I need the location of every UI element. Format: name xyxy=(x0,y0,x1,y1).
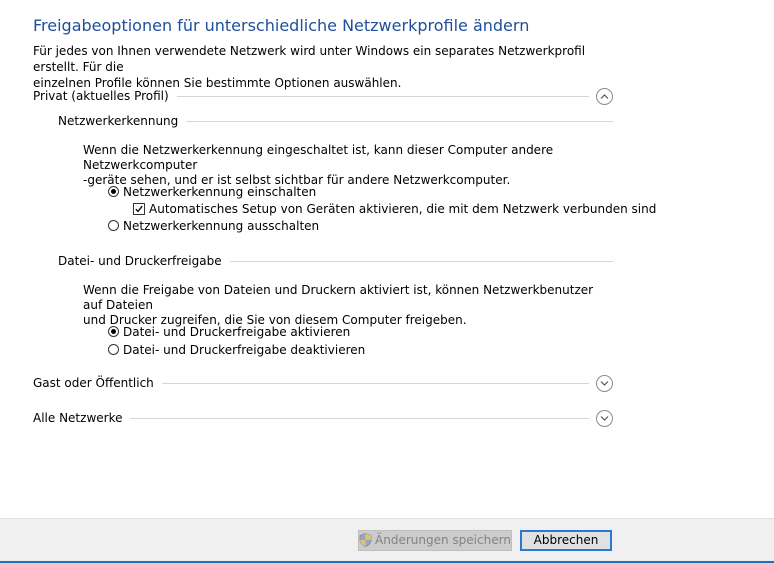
radio-discovery-off-label[interactable]: Netzwerkerkennung ausschalten xyxy=(123,219,319,233)
radio-sharing-on-label[interactable]: Datei- und Druckerfreigabe aktivieren xyxy=(123,325,350,339)
uac-shield-icon xyxy=(359,533,372,553)
save-button-label[interactable]: Änderungen speichern xyxy=(375,533,511,547)
section-all-networks[interactable]: Alle Netzwerke xyxy=(33,410,613,432)
radio-sharing-off[interactable]: Datei- und Druckerfreigabe deaktivieren xyxy=(108,342,365,358)
discovery-description: Wenn die Netzwerkerkennung eingeschaltet… xyxy=(83,143,613,188)
subsection-discovery: Netzwerkerkennung xyxy=(58,113,613,129)
sharing-description: Wenn die Freigabe von Dateien und Drucke… xyxy=(83,283,613,328)
section-private[interactable]: Privat (aktuelles Profil) xyxy=(33,88,613,110)
radio-unselected-icon[interactable] xyxy=(108,344,119,355)
footer-bar: Änderungen speichern Abbrechen xyxy=(0,518,774,562)
intro-line-1: Für jedes von Ihnen verwendete Netzwerk … xyxy=(33,44,586,74)
radio-discovery-off[interactable]: Netzwerkerkennung ausschalten xyxy=(108,218,319,234)
radio-sharing-off-label[interactable]: Datei- und Druckerfreigabe deaktivieren xyxy=(123,343,365,357)
radio-sharing-on[interactable]: Datei- und Druckerfreigabe aktivieren xyxy=(108,324,350,340)
radio-selected-icon[interactable] xyxy=(108,186,119,197)
subsection-sharing: Datei- und Druckerfreigabe xyxy=(58,253,613,269)
chevron-down-icon[interactable] xyxy=(596,375,613,392)
chevron-down-icon[interactable] xyxy=(596,410,613,427)
checkbox-checked-icon[interactable] xyxy=(133,203,145,215)
radio-discovery-on-label[interactable]: Netzwerkerkennung einschalten xyxy=(123,185,316,199)
chevron-up-icon[interactable] xyxy=(596,88,613,105)
discovery-desc-line-1: Wenn die Netzwerkerkennung eingeschaltet… xyxy=(83,143,554,172)
page-intro: Für jedes von Ihnen verwendete Netzwerk … xyxy=(33,43,633,91)
radio-discovery-on[interactable]: Netzwerkerkennung einschalten xyxy=(108,184,316,200)
page-title: Freigabeoptionen für unterschiedliche Ne… xyxy=(33,16,530,35)
discovery-heading: Netzwerkerkennung xyxy=(58,113,187,129)
save-changes-button[interactable]: Änderungen speichern xyxy=(358,530,512,551)
section-guest[interactable]: Gast oder Öffentlich xyxy=(33,375,613,397)
checkbox-auto-setup[interactable]: Automatisches Setup von Geräten aktivier… xyxy=(133,201,656,217)
radio-unselected-icon[interactable] xyxy=(108,220,119,231)
checkbox-auto-setup-label[interactable]: Automatisches Setup von Geräten aktivier… xyxy=(149,202,656,216)
sharing-heading: Datei- und Druckerfreigabe xyxy=(58,253,230,269)
section-private-label[interactable]: Privat (aktuelles Profil) xyxy=(33,88,177,104)
section-guest-label[interactable]: Gast oder Öffentlich xyxy=(33,375,162,391)
section-all-networks-label[interactable]: Alle Netzwerke xyxy=(33,410,131,426)
cancel-button[interactable]: Abbrechen xyxy=(520,530,612,551)
radio-selected-icon[interactable] xyxy=(108,326,119,337)
sharing-desc-line-1: Wenn die Freigabe von Dateien und Drucke… xyxy=(83,283,594,312)
